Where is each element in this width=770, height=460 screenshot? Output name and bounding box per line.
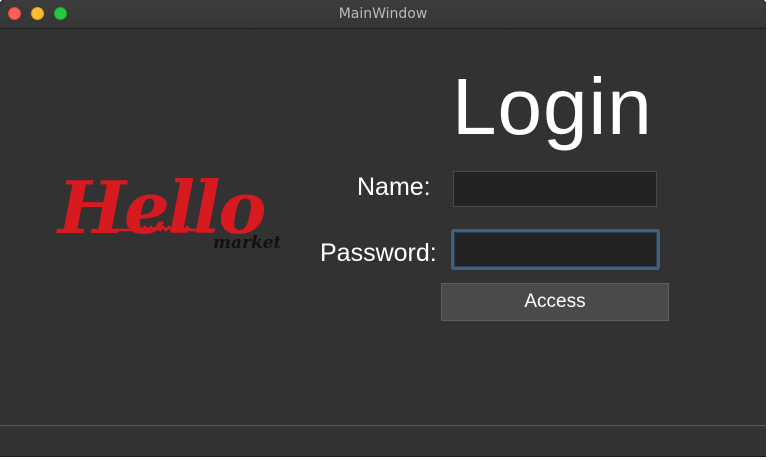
main-window: MainWindow Hello market Login Name: Pass… (0, 0, 766, 456)
password-label: Password: (320, 239, 437, 267)
window-title: MainWindow (338, 6, 428, 22)
name-label: Name: (357, 173, 431, 201)
hello-market-logo: Hello market (56, 165, 280, 253)
login-content-area: Hello market Login Name: Password: Acces… (0, 29, 766, 425)
title-bar[interactable]: MainWindow (0, 0, 766, 29)
password-input[interactable] (451, 229, 660, 270)
logo-subtitle-text: market (213, 233, 280, 253)
access-button[interactable]: Access (441, 283, 669, 321)
right-window-edge (766, 0, 770, 460)
status-bar (0, 425, 766, 456)
name-input[interactable] (453, 171, 657, 207)
login-heading: Login (452, 62, 653, 151)
